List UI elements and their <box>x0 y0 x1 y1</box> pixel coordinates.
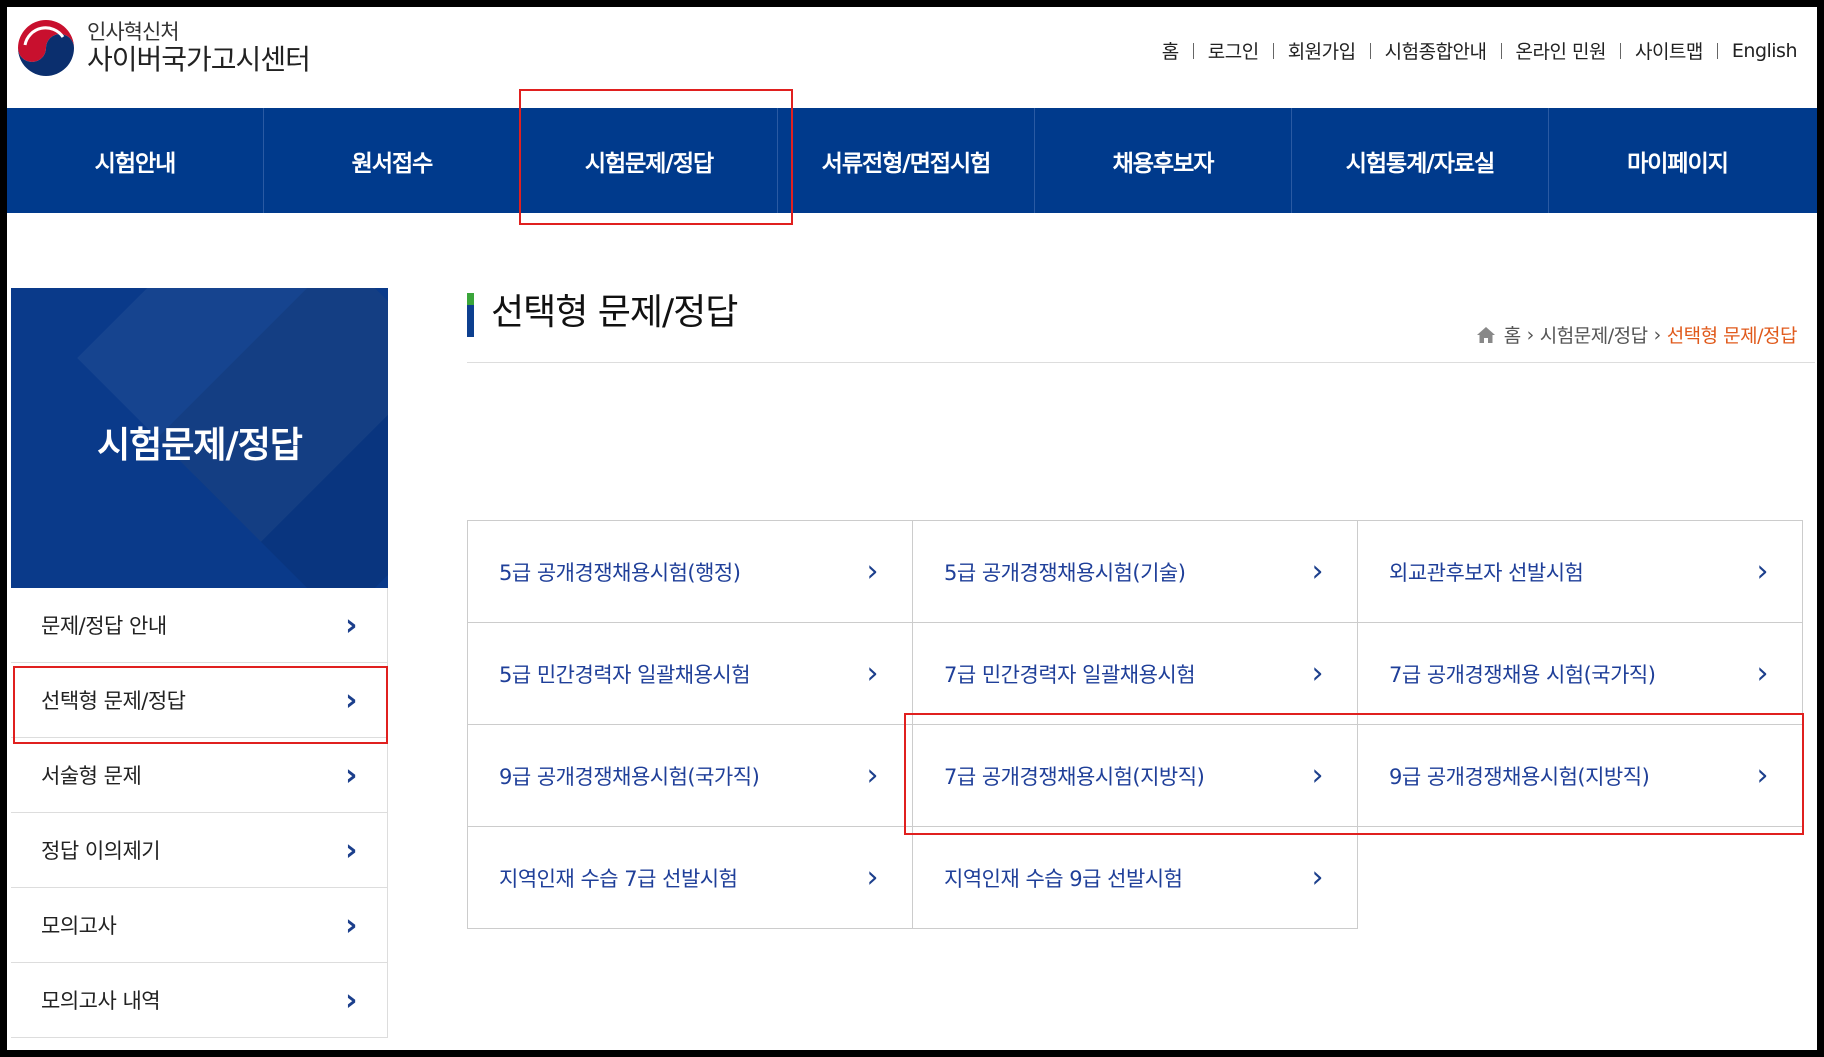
sidebar-title: 시험문제/정답 <box>97 425 303 466</box>
exam-link[interactable]: 9급 공개경쟁채용시험(국가직) › <box>467 724 913 827</box>
sidebar-item-objection[interactable]: 정답 이의제기 › <box>11 813 388 888</box>
chevron-right-icon: › <box>1311 758 1324 793</box>
nav-statistics[interactable]: 시험통계/자료실 <box>1292 108 1549 213</box>
exam-grid-row: 지역인재 수습 7급 선발시험 › 지역인재 수습 9급 선발시험 › <box>467 826 1807 929</box>
chevron-right-icon: › <box>1756 554 1769 589</box>
breadcrumb-separator-icon: › <box>1526 323 1535 346</box>
util-sitemap-link[interactable]: 사이트맵 <box>1635 37 1703 64</box>
exam-link-label: 7급 공개경쟁채용 시험(국가직) <box>1389 662 1656 687</box>
title-divider <box>467 362 1815 363</box>
exam-link[interactable]: 9급 공개경쟁채용시험(지방직) › <box>1357 724 1803 827</box>
title-accent <box>467 293 474 305</box>
util-online-petition-link[interactable]: 온라인 민원 <box>1516 37 1607 64</box>
exam-link-label: 9급 공개경쟁채용시험(국가직) <box>499 764 760 789</box>
exam-link-label: 5급 민간경력자 일괄채용시험 <box>499 662 751 687</box>
nav-questions-answers[interactable]: 시험문제/정답 <box>521 108 778 213</box>
page-title: 선택형 문제/정답 <box>467 289 738 337</box>
breadcrumb: 홈 › 시험문제/정답 › 선택형 문제/정답 <box>1476 321 1798 348</box>
exam-link[interactable]: 5급 공개경쟁채용시험(행정) › <box>467 520 913 623</box>
util-divider <box>1272 42 1274 59</box>
sidebar-item-mock-exam[interactable]: 모의고사 › <box>11 888 388 963</box>
breadcrumb-current: 선택형 문제/정답 <box>1666 325 1798 347</box>
chevron-right-icon: › <box>345 682 357 718</box>
nav-document-interview[interactable]: 서류전형/면접시험 <box>778 108 1035 213</box>
util-divider <box>1369 42 1371 59</box>
exam-grid-row: 5급 민간경력자 일괄채용시험 › 7급 민간경력자 일괄채용시험 › 7급 공… <box>467 622 1807 725</box>
exam-link[interactable]: 지역인재 수습 7급 선발시험 › <box>467 826 913 929</box>
home-icon <box>1476 326 1495 343</box>
chevron-right-icon: › <box>1756 758 1769 793</box>
sidebar-item-label: 서술형 문제 <box>41 764 142 788</box>
chevron-right-icon: › <box>866 758 879 793</box>
exam-link-label: 지역인재 수습 9급 선발시험 <box>944 866 1183 891</box>
logo-ministry-name: 인사혁신처 <box>87 19 180 44</box>
chevron-right-icon: › <box>345 607 357 643</box>
chevron-right-icon: › <box>345 982 357 1018</box>
chevron-right-icon: › <box>866 554 879 589</box>
sidebar-item-mock-history[interactable]: 모의고사 내역 › <box>11 963 388 1038</box>
sidebar-item-label: 모의고사 내역 <box>41 989 161 1013</box>
util-english-link[interactable]: English <box>1732 40 1798 62</box>
exam-link-label: 9급 공개경쟁채용시험(지방직) <box>1389 764 1650 789</box>
nav-application[interactable]: 원서접수 <box>264 108 521 213</box>
exam-link-label: 7급 공개경쟁채용시험(지방직) <box>944 764 1205 789</box>
nav-exam-info[interactable]: 시험안내 <box>7 108 264 213</box>
sidebar-item-label: 모의고사 <box>41 914 117 938</box>
chevron-right-icon: › <box>866 656 879 691</box>
utility-nav: 홈 로그인 회원가입 시험종합안내 온라인 민원 사이트맵 English <box>1162 37 1798 64</box>
exam-grid-row: 9급 공개경쟁채용시험(국가직) › 7급 공개경쟁채용시험(지방직) › 9급… <box>467 724 1807 827</box>
chevron-right-icon: › <box>1311 554 1324 589</box>
exam-link-label: 외교관후보자 선발시험 <box>1389 560 1584 585</box>
sidebar-item-label: 문제/정답 안내 <box>41 614 167 638</box>
chevron-right-icon: › <box>345 832 357 868</box>
util-divider <box>1716 42 1718 59</box>
site-logo[interactable]: 인사혁신처 사이버국가고시센터 <box>15 17 311 79</box>
exam-link-label: 5급 공개경쟁채용시험(기술) <box>944 560 1186 585</box>
sidebar-item-guide[interactable]: 문제/정답 안내 › <box>11 588 388 663</box>
chevron-right-icon: › <box>345 757 357 793</box>
util-exam-guide-link[interactable]: 시험종합안내 <box>1385 37 1487 64</box>
util-login-link[interactable]: 로그인 <box>1208 37 1259 64</box>
main-nav: 시험안내 원서접수 시험문제/정답 서류전형/면접시험 채용후보자 시험통계/자… <box>7 108 1817 213</box>
chevron-right-icon: › <box>1311 656 1324 691</box>
exam-link-label: 5급 공개경쟁채용시험(행정) <box>499 560 741 585</box>
util-divider <box>1192 42 1194 59</box>
page-title-text: 선택형 문제/정답 <box>491 292 738 333</box>
chevron-right-icon: › <box>1311 860 1324 895</box>
exam-grid-row: 5급 공개경쟁채용시험(행정) › 5급 공개경쟁채용시험(기술) › 외교관후… <box>467 520 1807 623</box>
page-frame: 인사혁신처 사이버국가고시센터 홈 로그인 회원가입 시험종합안내 온라인 민원… <box>7 7 1817 1050</box>
logo-site-name: 사이버국가고시센터 <box>87 42 311 76</box>
sidebar-item-label: 정답 이의제기 <box>41 839 161 863</box>
sidebar-item-essay[interactable]: 서술형 문제 › <box>11 738 388 813</box>
exam-link[interactable]: 지역인재 수습 9급 선발시험 › <box>912 826 1358 929</box>
nav-candidates[interactable]: 채용후보자 <box>1035 108 1292 213</box>
util-signup-link[interactable]: 회원가입 <box>1288 37 1356 64</box>
chevron-right-icon: › <box>1756 656 1769 691</box>
exam-link[interactable]: 외교관후보자 선발시험 › <box>1357 520 1803 623</box>
exam-link-label: 7급 민간경력자 일괄채용시험 <box>944 662 1196 687</box>
exam-link-label: 지역인재 수습 7급 선발시험 <box>499 866 738 891</box>
chevron-right-icon: › <box>866 860 879 895</box>
util-divider <box>1500 42 1502 59</box>
exam-link[interactable]: 7급 민간경력자 일괄채용시험 › <box>912 622 1358 725</box>
sidebar-header: 시험문제/정답 <box>11 288 388 588</box>
taegeuk-emblem-icon <box>18 20 74 76</box>
nav-mypage[interactable]: 마이페이지 <box>1549 108 1806 213</box>
sidebar-item-multiple-choice[interactable]: 선택형 문제/정답 › <box>11 663 388 738</box>
util-divider <box>1619 42 1621 59</box>
breadcrumb-section[interactable]: 시험문제/정답 <box>1540 321 1648 348</box>
exam-grid: 5급 공개경쟁채용시험(행정) › 5급 공개경쟁채용시험(기술) › 외교관후… <box>467 520 1807 929</box>
util-home-link[interactable]: 홈 <box>1162 37 1179 64</box>
exam-link[interactable]: 7급 공개경쟁채용시험(지방직) › <box>912 724 1358 827</box>
sidebar-menu: 문제/정답 안내 › 선택형 문제/정답 › 서술형 문제 › 정답 이의제기 … <box>11 588 388 1038</box>
exam-link[interactable]: 5급 공개경쟁채용시험(기술) › <box>912 520 1358 623</box>
exam-link[interactable]: 7급 공개경쟁채용 시험(국가직) › <box>1357 622 1803 725</box>
breadcrumb-separator-icon: › <box>1653 323 1662 346</box>
breadcrumb-home[interactable]: 홈 <box>1504 321 1521 348</box>
chevron-right-icon: › <box>345 907 357 943</box>
sidebar-item-label: 선택형 문제/정답 <box>41 689 186 713</box>
exam-link[interactable]: 5급 민간경력자 일괄채용시험 › <box>467 622 913 725</box>
